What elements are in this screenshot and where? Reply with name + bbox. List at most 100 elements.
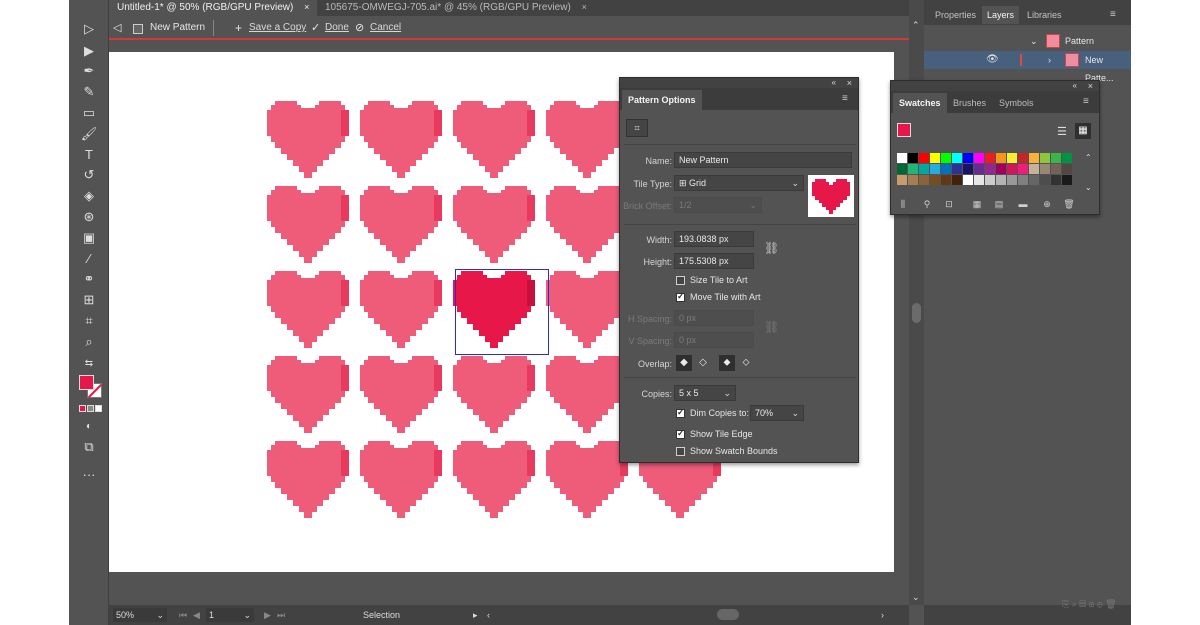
eye-icon[interactable]: 👁 [986,51,999,69]
top-in-front-icon[interactable]: ⬥ [719,355,735,371]
horizontal-scrollbar-thumb[interactable] [717,609,739,620]
color-mode-icon[interactable] [79,405,86,412]
curvature-tool-icon[interactable]: ✎ [79,83,99,101]
color-swatch[interactable] [1051,164,1061,174]
chevron-right-icon[interactable]: › [1048,51,1051,69]
color-swatch[interactable] [974,175,984,185]
scroll-left-icon[interactable]: ‹ [487,608,490,622]
color-swatch[interactable] [941,175,951,185]
color-swatch[interactable] [1062,164,1072,174]
color-swatch[interactable] [1018,175,1028,185]
tile-tool-icon[interactable]: ⌗ [626,119,648,137]
new-swatch-icon[interactable]: ⊕ [1041,199,1053,210]
size-tile-to-art-checkbox[interactable] [676,276,685,285]
draw-mode-icon[interactable]: ◐ [79,418,99,436]
tab-properties[interactable]: Properties [930,6,981,24]
color-swatch[interactable] [974,164,984,174]
collapse-icon[interactable]: « [832,78,836,87]
color-swatch[interactable] [1018,164,1028,174]
pattern-tile-bounds[interactable] [455,269,549,355]
none-mode-icon[interactable] [95,405,102,412]
artboard-tool-icon[interactable]: ⌗ [79,312,99,330]
color-swatch[interactable] [963,153,973,163]
color-group-icon[interactable]: ▦ [971,199,983,210]
color-swatch[interactable] [952,153,962,163]
new-group-icon[interactable]: ▬ [1017,199,1029,209]
show-tile-edge-checkbox[interactable] [676,428,685,439]
show-swatch-bounds-checkbox[interactable] [676,447,685,456]
color-swatch[interactable] [985,175,995,185]
color-swatch[interactable] [1062,175,1072,185]
artboard-number-field[interactable]: 1 ⌄ [206,608,254,622]
color-swatch[interactable] [1007,164,1017,174]
save-a-copy-link[interactable]: Save a Copy [249,20,306,36]
more-tools-icon[interactable]: ··· [79,466,99,484]
close-icon[interactable]: × [582,2,587,12]
color-swatch[interactable] [1040,175,1050,185]
close-icon[interactable]: × [847,78,852,88]
scroll-up-icon[interactable]: ⌃ [1085,153,1092,162]
swatch-libraries-icon[interactable]: ⫼ [897,199,909,210]
zoom-tool-icon[interactable]: ⌕ [79,333,99,351]
next-artboard-icon[interactable]: ▶ [264,608,271,622]
left-in-front-icon[interactable]: ◆ [676,355,692,371]
color-swatch[interactable] [1018,153,1028,163]
collapse-icon[interactable]: « [1073,81,1077,90]
color-swatch[interactable] [1051,175,1061,185]
gradient-mode-icon[interactable] [87,405,94,412]
color-swatch[interactable] [1040,153,1050,163]
panel-menu-icon[interactable]: ≡ [1110,10,1120,20]
color-swatch[interactable] [1029,164,1039,174]
color-swatch[interactable] [1029,153,1039,163]
tab-pattern-options[interactable]: Pattern Options [622,90,702,110]
bottom-in-front-icon[interactable]: ⬦ [738,355,754,371]
warp-tool-icon[interactable]: ⊛ [79,208,99,226]
dim-copies-checkbox[interactable] [676,407,685,418]
color-swatch[interactable] [919,164,929,174]
width-input[interactable]: 193.0838 px [674,231,754,247]
name-input[interactable]: New Pattern [674,152,852,168]
tile-type-select[interactable]: ⊞ Grid ⌄ [674,175,804,191]
chevron-down-icon[interactable]: ⌄ [243,608,251,622]
last-artboard-icon[interactable]: ⏭ [277,608,285,622]
color-swatch[interactable] [908,164,918,174]
color-swatch[interactable] [985,153,995,163]
chevron-down-icon[interactable]: ⌄ [156,608,164,622]
paintbrush-tool-icon[interactable]: 🖌 [79,125,99,143]
color-swatch[interactable] [952,164,962,174]
scroll-up-icon[interactable]: ⌃ [912,20,920,31]
color-swatch[interactable] [1007,153,1017,163]
rotate-tool-icon[interactable]: ↺ [79,166,99,184]
type-tool-icon[interactable]: T [79,146,99,164]
close-icon[interactable]: × [304,2,309,12]
back-arrow-icon[interactable]: ◁ [113,20,121,36]
panel-menu-icon[interactable]: ≡ [842,94,852,104]
tab-105675[interactable]: 105675-OMWEGJ-705.ai* @ 45% (RGB/GPU Pre… [317,0,595,16]
tab-brushes[interactable]: Brushes [947,93,992,113]
color-swatch[interactable] [1007,175,1017,185]
selection-tool-icon[interactable]: ▷ [79,20,99,38]
color-swatch[interactable] [985,164,995,174]
direct-selection-tool-icon[interactable]: ▶ [79,42,99,60]
layer-row-selected[interactable]: 👁 › New Patte... ○ [924,51,1131,83]
color-swatch[interactable] [908,153,918,163]
list-view-icon[interactable]: ☰ [1057,125,1067,138]
scroll-down-icon[interactable]: ⌄ [1085,183,1092,192]
color-swatch[interactable] [941,164,951,174]
color-swatch[interactable] [1062,153,1072,163]
dim-copies-select[interactable]: 70% ⌄ [750,405,804,421]
previous-artboard-icon[interactable]: ◀ [193,608,200,622]
status-menu-icon[interactable]: ▸ [473,608,478,622]
color-swatch[interactable] [963,164,973,174]
color-swatch[interactable] [996,164,1006,174]
layer-row[interactable]: ⌄ Pattern Editing... [924,32,1131,64]
color-swatch[interactable] [897,164,907,174]
color-swatch[interactable] [952,175,962,185]
show-kinds-icon[interactable]: ⚲ [921,199,933,210]
color-swatch[interactable] [996,153,1006,163]
close-icon[interactable]: × [1088,81,1093,91]
tab-swatches[interactable]: Swatches [893,93,947,113]
tab-untitled-1[interactable]: Untitled-1* @ 50% (RGB/GPU Preview) × [109,0,318,16]
swap-colors-icon[interactable]: ⇆ [79,355,99,373]
pen-tool-icon[interactable]: ✒ [79,62,99,80]
